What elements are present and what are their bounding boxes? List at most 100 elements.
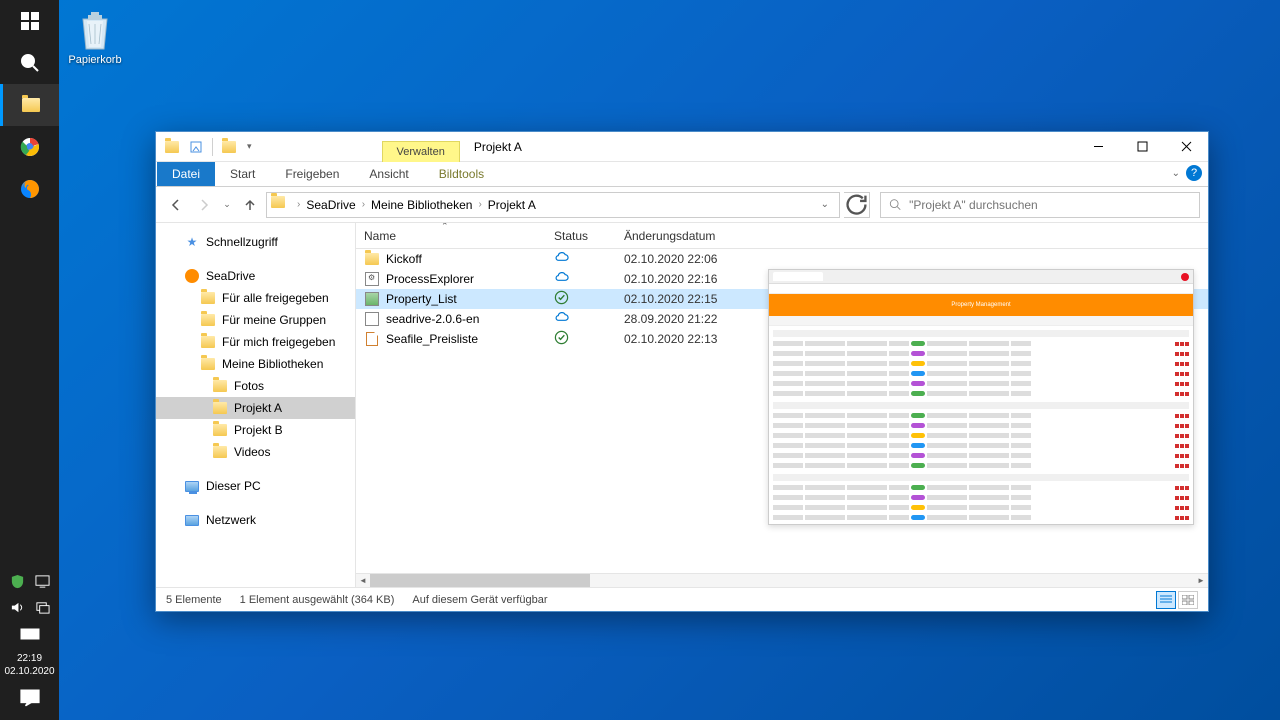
status-availability: Auf diesem Gerät verfügbar — [412, 594, 547, 606]
file-date: 02.10.2020 22:06 — [616, 252, 756, 266]
breadcrumb-current[interactable]: Projekt A — [486, 196, 538, 214]
view-details-button[interactable] — [1156, 591, 1176, 609]
file-name: seadrive-2.0.6-en — [386, 312, 479, 326]
folder-icon — [212, 422, 228, 438]
hscrollbar[interactable]: ◄ ► — [356, 573, 1208, 587]
qat-properties[interactable] — [186, 137, 206, 157]
sort-indicator: ⌃ — [441, 223, 449, 232]
ribbon-collapse[interactable]: ⌄ — [1172, 168, 1180, 179]
folder-icon — [200, 334, 216, 350]
breadcrumb[interactable]: › SeaDrive › Meine Bibliotheken › Projek… — [266, 192, 840, 218]
tray-row2[interactable] — [0, 594, 59, 620]
search-input[interactable] — [909, 198, 1191, 212]
help-button[interactable]: ? — [1186, 165, 1202, 181]
status-selection: 1 Element ausgewählt (364 KB) — [240, 594, 395, 606]
preview-pane: Property Management — [768, 269, 1194, 525]
file-date: 02.10.2020 22:16 — [616, 272, 756, 286]
tree-mylibs[interactable]: Meine Bibliotheken — [156, 353, 355, 375]
tree-quickaccess[interactable]: ★Schnellzugriff — [156, 231, 355, 253]
recycle-bin-icon — [75, 8, 115, 52]
file-name: ProcessExplorer — [386, 272, 474, 286]
minimize-button[interactable] — [1076, 132, 1120, 161]
scroll-left[interactable]: ◄ — [356, 574, 370, 588]
tree-shared-groups[interactable]: Für meine Gruppen — [156, 309, 355, 331]
breadcrumb-dropdown[interactable]: ⌄ — [815, 199, 835, 210]
clock-date: 02.10.2020 — [4, 665, 54, 678]
ribbon-tab-context[interactable]: Bildtools — [424, 162, 499, 186]
ribbon-tab-share[interactable]: Freigeben — [270, 162, 354, 186]
status-count: 5 Elemente — [166, 594, 222, 606]
breadcrumb-mylibs[interactable]: Meine Bibliotheken — [369, 196, 474, 214]
keyboard-button[interactable] — [0, 620, 59, 648]
network-tray-icon — [35, 600, 50, 615]
nav-history[interactable]: ⌄ — [220, 193, 234, 217]
scroll-right[interactable]: ► — [1194, 574, 1208, 588]
scroll-thumb[interactable] — [370, 574, 590, 588]
file-icon — [364, 291, 380, 307]
nav-tree: ★Schnellzugriff SeaDrive Für alle freige… — [156, 223, 356, 587]
recycle-bin[interactable]: Papierkorb — [65, 8, 125, 66]
tree-videos[interactable]: Videos — [156, 441, 355, 463]
tree-shared-me[interactable]: Für mich freigegeben — [156, 331, 355, 353]
tree-network[interactable]: Netzwerk — [156, 509, 355, 531]
refresh-button[interactable] — [844, 192, 870, 218]
file-pane: ⌃ Name Status Änderungsdatum Kickoff 02.1… — [356, 223, 1208, 587]
taskbar-explorer[interactable] — [0, 84, 59, 126]
close-button[interactable] — [1164, 132, 1208, 161]
qat-newfolder[interactable] — [219, 137, 239, 157]
col-date[interactable]: Änderungsdatum — [616, 223, 756, 248]
titlebar: ▾ Verwalten Projekt A — [156, 132, 1208, 162]
ribbon-tab-start[interactable]: Start — [215, 162, 270, 186]
notifications-button[interactable] — [0, 682, 59, 714]
ribbon: Datei Start Freigeben Ansicht Bildtools … — [156, 162, 1208, 187]
cloud-icon — [554, 310, 569, 328]
tree-fotos[interactable]: Fotos — [156, 375, 355, 397]
start-button[interactable] — [0, 0, 59, 42]
ribbon-tab-view[interactable]: Ansicht — [354, 162, 423, 186]
nav-up[interactable] — [238, 193, 262, 217]
folder-icon — [212, 378, 228, 394]
nav-forward[interactable] — [192, 193, 216, 217]
window-title: Projekt A — [474, 140, 522, 154]
pc-icon — [184, 478, 200, 494]
folder-icon — [200, 290, 216, 306]
preview-close-icon — [1181, 273, 1189, 281]
navbar: ⌄ › SeaDrive › Meine Bibliotheken › Proj… — [156, 187, 1208, 223]
chevron-icon[interactable]: › — [474, 199, 485, 210]
file-name: Kickoff — [386, 252, 422, 266]
chevron-icon[interactable]: › — [358, 199, 369, 210]
folder-icon — [212, 400, 228, 416]
folder-icon — [200, 312, 216, 328]
security-icon — [10, 574, 25, 589]
explorer-body: ★Schnellzugriff SeaDrive Für alle freige… — [156, 223, 1208, 587]
breadcrumb-seadrive[interactable]: SeaDrive — [304, 196, 357, 214]
app-icon — [162, 137, 182, 157]
search-box[interactable] — [880, 192, 1200, 218]
view-icons-button[interactable] — [1178, 591, 1198, 609]
tree-shared-all[interactable]: Für alle freigegeben — [156, 287, 355, 309]
col-name[interactable]: Name — [356, 223, 546, 248]
synced-icon — [554, 330, 569, 348]
search-button[interactable] — [0, 42, 59, 84]
taskbar-firefox[interactable] — [0, 168, 59, 210]
tree-projekt-a[interactable]: Projekt A — [156, 397, 355, 419]
ribbon-tab-file[interactable]: Datei — [157, 162, 215, 186]
tree-projekt-b[interactable]: Projekt B — [156, 419, 355, 441]
tree-seadrive[interactable]: SeaDrive — [156, 265, 355, 287]
display-icon — [35, 574, 50, 589]
nav-back[interactable] — [164, 193, 188, 217]
clock-time: 22:19 — [4, 652, 54, 665]
file-row[interactable]: Kickoff 02.10.2020 22:06 — [356, 249, 1208, 269]
chevron-icon[interactable]: › — [293, 199, 304, 210]
qat-dropdown[interactable]: ▾ — [243, 141, 256, 152]
taskbar-chrome[interactable] — [0, 126, 59, 168]
clock[interactable]: 22:19 02.10.2020 — [4, 648, 54, 682]
file-icon — [364, 271, 380, 287]
maximize-button[interactable] — [1120, 132, 1164, 161]
tray-row1[interactable] — [0, 568, 59, 594]
file-icon — [364, 251, 380, 267]
taskbar: 22:19 02.10.2020 — [0, 0, 59, 720]
tree-thispc[interactable]: Dieser PC — [156, 475, 355, 497]
col-status[interactable]: Status — [546, 223, 616, 248]
column-headers: ⌃ Name Status Änderungsdatum — [356, 223, 1208, 249]
